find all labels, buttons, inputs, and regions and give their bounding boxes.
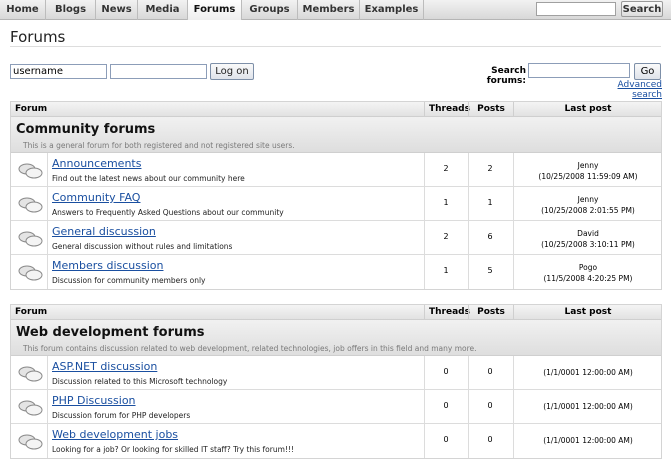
column-forum: Forum [15,307,48,317]
last-post: Jenny (10/25/2008 2:01:55 PM) [513,194,663,216]
column-posts: Posts [477,307,505,317]
column-threads: Threads [429,104,470,114]
forum-description: Discussion for community members only [52,276,206,285]
group-header: Web development forums This forum contai… [11,320,661,356]
group-title: Community forums [16,122,156,137]
column-posts: Posts [477,104,505,114]
column-forum: Forum [15,104,48,114]
tab-forums[interactable]: Forums [188,0,242,20]
tab-media[interactable]: Media [138,0,188,20]
threads-count: 2 [443,164,449,173]
forum-icon [18,366,43,382]
forum-link[interactable]: General discussion [52,225,156,238]
forum-icon [18,197,43,213]
password-field[interactable] [110,64,207,79]
last-post-date: (1/1/0001 12:00:00 AM) [543,402,633,411]
last-post: David (10/25/2008 3:10:11 PM) [513,228,663,250]
last-post-date: (10/25/2008 2:01:55 PM) [541,206,635,215]
group-description: This forum contains discussion related t… [23,344,477,353]
threads-count: 1 [443,266,449,275]
threads-count: 0 [443,401,449,410]
log-on-button[interactable]: Log on [210,63,254,80]
forum-row: Members discussion Discussion for commun… [11,255,661,289]
advanced-search-link[interactable]: Advanced search [590,80,662,100]
posts-count: 0 [487,435,493,444]
tab-home[interactable]: Home [0,0,46,20]
column-last-post: Last post [564,307,612,317]
site-search-button[interactable]: Search [621,1,663,17]
forum-link[interactable]: Community FAQ [52,191,140,204]
tab-groups[interactable]: Groups [242,0,298,20]
forum-description: Find out the latest news about our commu… [52,174,245,183]
forum-link[interactable]: Members discussion [52,259,163,272]
posts-count: 0 [487,367,493,376]
forum-row: ASP.NET discussion Discussion related to… [11,356,661,390]
last-post: (1/1/0001 12:00:00 AM) [513,401,663,412]
page-title: Forums [10,28,66,46]
group-header: Community forums This is a general forum… [11,117,661,153]
threads-count: 0 [443,367,449,376]
last-post-date: (1/1/0001 12:00:00 AM) [543,436,633,445]
last-post: (1/1/0001 12:00:00 AM) [513,367,663,378]
forum-icon [18,163,43,179]
tab-members[interactable]: Members [298,0,360,20]
table-header: Forum Threads Posts Last post [11,102,661,117]
forum-description: Answers to Frequently Asked Questions ab… [52,208,284,217]
tab-blogs[interactable]: Blogs [46,0,96,20]
column-last-post: Last post [564,104,612,114]
last-post-user: Pogo [578,263,598,272]
threads-count: 0 [443,435,449,444]
forum-icon [18,231,43,247]
forum-row: Announcements Find out the latest news a… [11,153,661,187]
username-field[interactable] [10,64,107,79]
posts-count: 2 [487,164,493,173]
forum-description: Discussion forum for PHP developers [52,411,191,420]
forum-description: Looking for a job? Or looking for skille… [52,445,294,454]
last-post: Pogo (11/5/2008 4:20:25 PM) [513,262,663,284]
forum-icon [18,265,43,281]
forum-link[interactable]: PHP Discussion [52,394,136,407]
forum-group-community: Forum Threads Posts Last post Community … [10,101,662,290]
tab-examples[interactable]: Examples [360,0,424,20]
forum-row: General discussion General discussion wi… [11,221,661,255]
forum-icon [18,434,43,450]
forum-link[interactable]: Web development jobs [52,428,178,441]
last-post: Jenny (10/25/2008 11:59:09 AM) [513,160,663,182]
posts-count: 0 [487,401,493,410]
last-post-date: (10/25/2008 11:59:09 AM) [538,172,638,181]
forum-link[interactable]: ASP.NET discussion [52,360,157,373]
last-post: (1/1/0001 12:00:00 AM) [513,435,663,446]
go-button[interactable]: Go [634,63,661,80]
posts-count: 5 [487,266,493,275]
last-post-user: Jenny [577,161,599,170]
forum-row: Community FAQ Answers to Frequently Aske… [11,187,661,221]
tab-news[interactable]: News [96,0,138,20]
forum-description: General discussion without rules and lim… [52,242,233,251]
last-post-user: Jenny [577,195,599,204]
forum-description: Discussion related to this Microsoft tec… [52,377,228,386]
table-header: Forum Threads Posts Last post [11,305,661,320]
forum-search-input[interactable] [528,63,630,78]
top-navigation: Home Blogs News Media Forums Groups Memb… [0,0,671,20]
posts-count: 1 [487,198,493,207]
last-post-date: (11/5/2008 4:20:25 PM) [543,274,633,283]
forum-row: Web development jobs Looking for a job? … [11,424,661,458]
forum-row: PHP Discussion Discussion forum for PHP … [11,390,661,424]
forum-group-web-development: Forum Threads Posts Last post Web develo… [10,304,662,459]
last-post-date: (1/1/0001 12:00:00 AM) [543,368,633,377]
forum-link[interactable]: Announcements [52,157,141,170]
group-description: This is a general forum for both registe… [23,141,295,150]
column-threads: Threads [429,307,470,317]
last-post-date: (10/25/2008 3:10:11 PM) [541,240,635,249]
title-divider [10,46,661,47]
last-post-user: David [577,229,599,238]
threads-count: 1 [443,198,449,207]
site-search-input[interactable] [536,2,616,16]
threads-count: 2 [443,232,449,241]
posts-count: 6 [487,232,493,241]
search-forums-label: Search forums: [486,66,526,86]
forum-icon [18,400,43,416]
group-title: Web development forums [16,325,205,340]
